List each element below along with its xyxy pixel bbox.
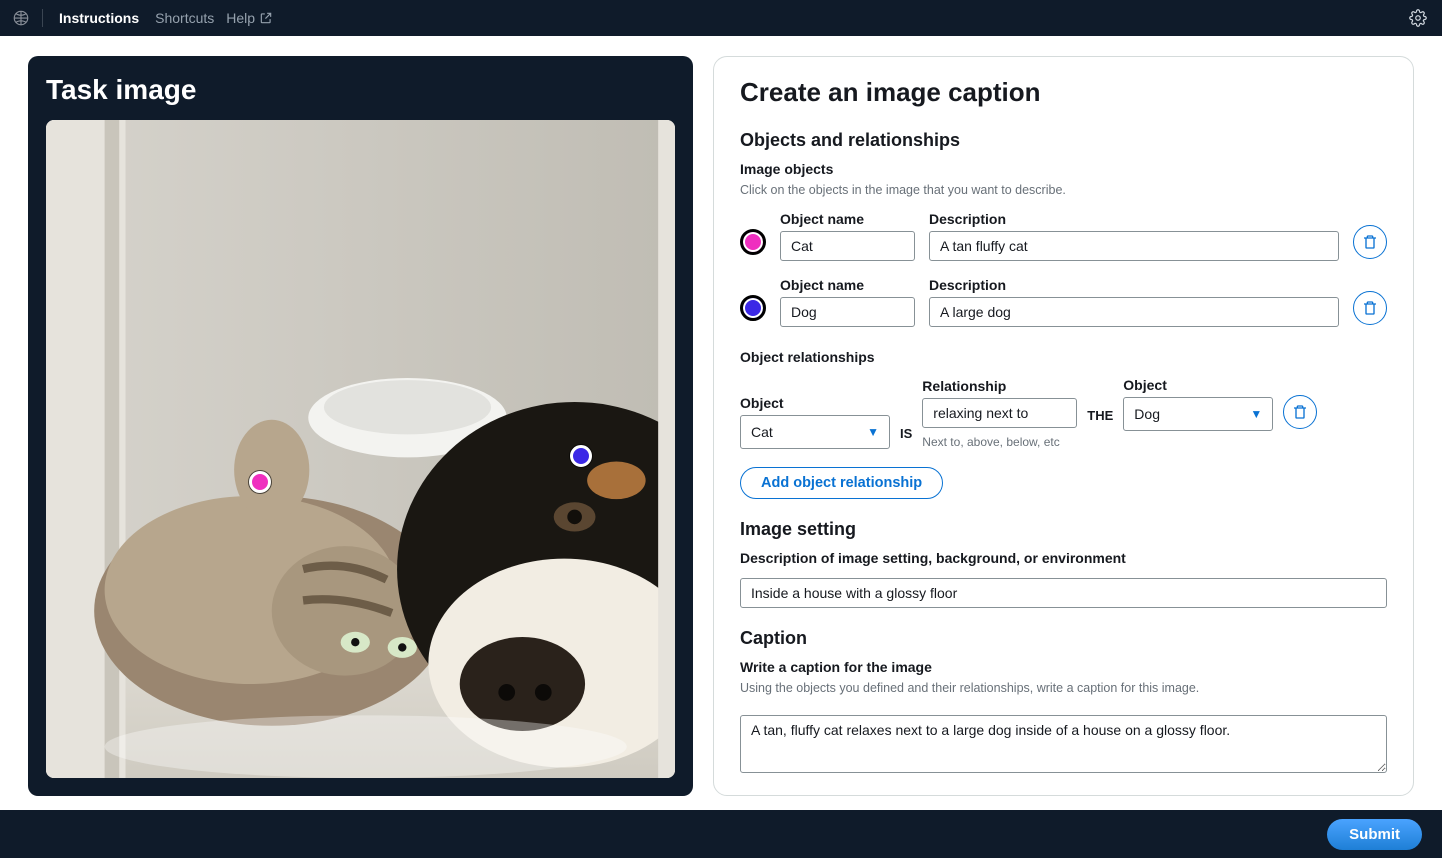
trash-icon [1362, 234, 1378, 250]
object-name-label: Object name [780, 277, 915, 293]
external-link-icon [259, 11, 273, 25]
rel-verb-hint: Next to, above, below, etc [922, 435, 1077, 449]
image-marker-dog[interactable] [570, 445, 592, 467]
caption-helper: Using the objects you defined and their … [740, 681, 1387, 695]
image-setting-heading: Image setting [740, 519, 1387, 540]
object-name-label: Object name [780, 211, 915, 227]
task-image-title: Task image [46, 74, 675, 106]
object-row: Object name Description [740, 211, 1387, 261]
rel-object-right-value: Dog [1134, 406, 1160, 422]
add-relationship-button[interactable]: Add object relationship [740, 467, 943, 499]
object-relationships-heading: Object relationships [740, 349, 1387, 365]
rel-joint-the: THE [1087, 408, 1113, 449]
gear-icon [1409, 9, 1427, 27]
nav-divider [42, 9, 43, 27]
object-desc-label: Description [929, 211, 1339, 227]
main-area: Task image [0, 36, 1442, 810]
image-objects-helper: Click on the objects in the image that y… [740, 183, 1387, 197]
topbar: Instructions Shortcuts Help [0, 0, 1442, 36]
nav-help[interactable]: Help [226, 10, 273, 26]
object-row: Object name Description [740, 277, 1387, 327]
object-name-input[interactable] [780, 231, 915, 261]
rel-object-label: Object [1123, 377, 1273, 393]
form-panel: Create an image caption Objects and rela… [713, 56, 1414, 796]
delete-relationship-button[interactable] [1283, 395, 1317, 429]
rel-joint-is: IS [900, 426, 912, 449]
image-marker-cat[interactable] [249, 471, 271, 493]
image-objects-label: Image objects [740, 161, 1387, 177]
object-name-input[interactable] [780, 297, 915, 327]
rel-verb-input[interactable] [922, 398, 1077, 428]
caption-heading: Caption [740, 628, 1387, 649]
submit-button[interactable]: Submit [1327, 819, 1422, 850]
chevron-down-icon: ▼ [1250, 407, 1262, 421]
rel-object-label: Object [740, 395, 890, 411]
object-desc-label: Description [929, 277, 1339, 293]
image-setting-label: Description of image setting, background… [740, 550, 1387, 566]
object-desc-input[interactable] [929, 297, 1339, 327]
object-marker-pink[interactable] [740, 229, 766, 255]
image-setting-input[interactable] [740, 578, 1387, 608]
delete-object-button[interactable] [1353, 291, 1387, 325]
settings-button[interactable] [1406, 6, 1430, 30]
task-image-frame[interactable] [46, 120, 675, 778]
object-desc-input[interactable] [929, 231, 1339, 261]
nav-shortcuts[interactable]: Shortcuts [151, 8, 218, 28]
nav-help-label: Help [226, 10, 255, 26]
objects-heading: Objects and relationships [740, 130, 1387, 151]
nav-instructions[interactable]: Instructions [55, 8, 143, 28]
task-image-panel: Task image [28, 56, 693, 796]
relationship-row: Object Cat ▼ IS Relationship Next to, ab… [740, 377, 1387, 449]
rel-relationship-label: Relationship [922, 378, 1077, 394]
page-title: Create an image caption [740, 77, 1387, 108]
caption-label: Write a caption for the image [740, 659, 1387, 675]
app-logo-icon [12, 9, 30, 27]
rel-object-right-select[interactable]: Dog ▼ [1123, 397, 1273, 431]
chevron-down-icon: ▼ [867, 425, 879, 439]
rel-object-left-select[interactable]: Cat ▼ [740, 415, 890, 449]
trash-icon [1362, 300, 1378, 316]
object-marker-blue[interactable] [740, 295, 766, 321]
trash-icon [1292, 404, 1308, 420]
caption-textarea[interactable] [740, 715, 1387, 773]
delete-object-button[interactable] [1353, 225, 1387, 259]
footer: Submit [0, 810, 1442, 858]
rel-object-left-value: Cat [751, 424, 773, 440]
